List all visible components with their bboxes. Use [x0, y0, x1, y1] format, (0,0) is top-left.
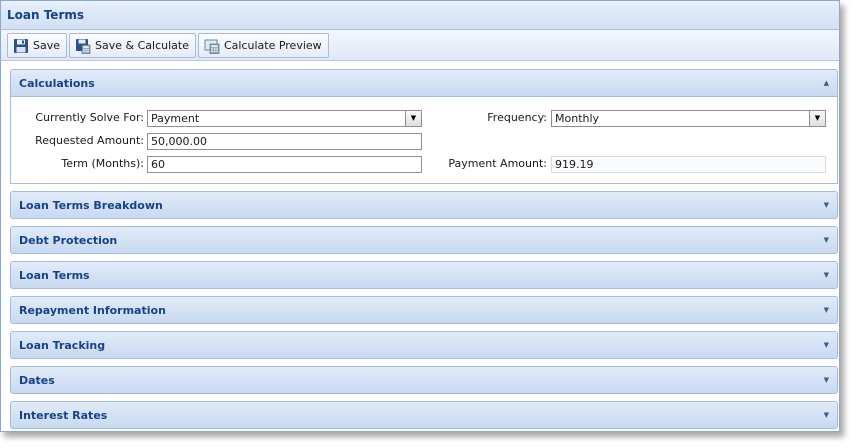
panel-header[interactable]: Dates ▼: [10, 366, 838, 394]
calculations-panel-header[interactable]: Calculations ▲: [10, 69, 838, 97]
debt-protection-panel[interactable]: Debt Protection ▼: [10, 226, 838, 254]
requested-amount-input[interactable]: 50,000.00: [147, 133, 422, 150]
chevron-down-icon[interactable]: ▼: [824, 376, 829, 384]
panel-header[interactable]: Repayment Information ▼: [10, 296, 838, 324]
chevron-up-icon[interactable]: ▲: [824, 79, 829, 87]
frequency-select[interactable]: Monthly ▼: [551, 110, 826, 127]
interest-rates-panel[interactable]: Interest Rates ▼: [10, 401, 838, 429]
save-and-calculate-label: Save & Calculate: [95, 39, 189, 52]
chevron-down-icon[interactable]: ▼: [824, 341, 829, 349]
calculate-preview-label: Calculate Preview: [223, 39, 322, 52]
panel-header[interactable]: Loan Terms Breakdown ▼: [10, 191, 838, 219]
chevron-down-icon[interactable]: ▼: [824, 306, 829, 314]
calculations-panel-body: Currently Solve For: Payment ▼ Requested…: [10, 97, 838, 184]
save-button[interactable]: Save: [7, 33, 68, 58]
floppy-disk-icon: [13, 38, 29, 54]
requested-amount-label: Requested Amount:: [35, 134, 144, 147]
panel-title: Dates: [19, 373, 55, 387]
loan-terms-breakdown-panel[interactable]: Loan Terms Breakdown ▼: [10, 191, 838, 219]
repayment-information-panel[interactable]: Repayment Information ▼: [10, 296, 838, 324]
save-and-calculate-button[interactable]: Save & Calculate: [69, 33, 196, 58]
chevron-down-icon[interactable]: ▼: [809, 111, 825, 126]
chevron-down-icon[interactable]: ▼: [824, 271, 829, 279]
solve-for-value: Payment: [151, 112, 200, 125]
payment-amount-field: 919.19: [551, 156, 826, 173]
chevron-down-icon[interactable]: ▼: [405, 111, 421, 126]
panel-title: Interest Rates: [19, 408, 108, 422]
chevron-down-icon[interactable]: ▼: [824, 236, 829, 244]
term-months-input[interactable]: 60: [147, 156, 422, 173]
term-months-label: Term (Months):: [61, 157, 144, 170]
calculate-preview-button[interactable]: Calculate Preview: [197, 33, 329, 58]
content-area: Calculations ▲ Currently Solve For: Paym…: [1, 61, 839, 429]
toolbar: Save Save & Calculate Calculate Preview: [1, 30, 839, 61]
loan-terms-window: Loan Terms Save Save & Calculate Calcula…: [0, 0, 840, 432]
calculations-panel-title: Calculations: [19, 76, 95, 90]
panel-title: Loan Tracking: [19, 338, 106, 352]
frequency-label: Frequency:: [487, 111, 547, 124]
panel-title: Loan Terms: [19, 268, 90, 282]
panel-header[interactable]: Interest Rates ▼: [10, 401, 838, 429]
loan-terms-panel[interactable]: Loan Terms ▼: [10, 261, 838, 289]
solve-for-label: Currently Solve For:: [35, 111, 144, 124]
floppy-calculator-icon: [75, 38, 91, 54]
frequency-value: Monthly: [555, 112, 600, 125]
panel-header[interactable]: Debt Protection ▼: [10, 226, 838, 254]
panel-header[interactable]: Loan Tracking ▼: [10, 331, 838, 359]
dates-panel[interactable]: Dates ▼: [10, 366, 838, 394]
panel-title: Loan Terms Breakdown: [19, 198, 163, 212]
solve-for-select[interactable]: Payment ▼: [147, 110, 422, 127]
calculations-panel: Calculations ▲ Currently Solve For: Paym…: [10, 69, 838, 184]
calculator-preview-icon: [204, 38, 220, 54]
panel-title: Debt Protection: [19, 233, 118, 247]
panel-title: Repayment Information: [19, 303, 166, 317]
chevron-down-icon[interactable]: ▼: [824, 411, 829, 419]
payment-amount-label: Payment Amount:: [448, 157, 547, 170]
save-button-label: Save: [33, 39, 61, 52]
panel-header[interactable]: Loan Terms ▼: [10, 261, 838, 289]
loan-tracking-panel[interactable]: Loan Tracking ▼: [10, 331, 838, 359]
window-title: Loan Terms: [1, 1, 839, 30]
chevron-down-icon[interactable]: ▼: [824, 201, 829, 209]
